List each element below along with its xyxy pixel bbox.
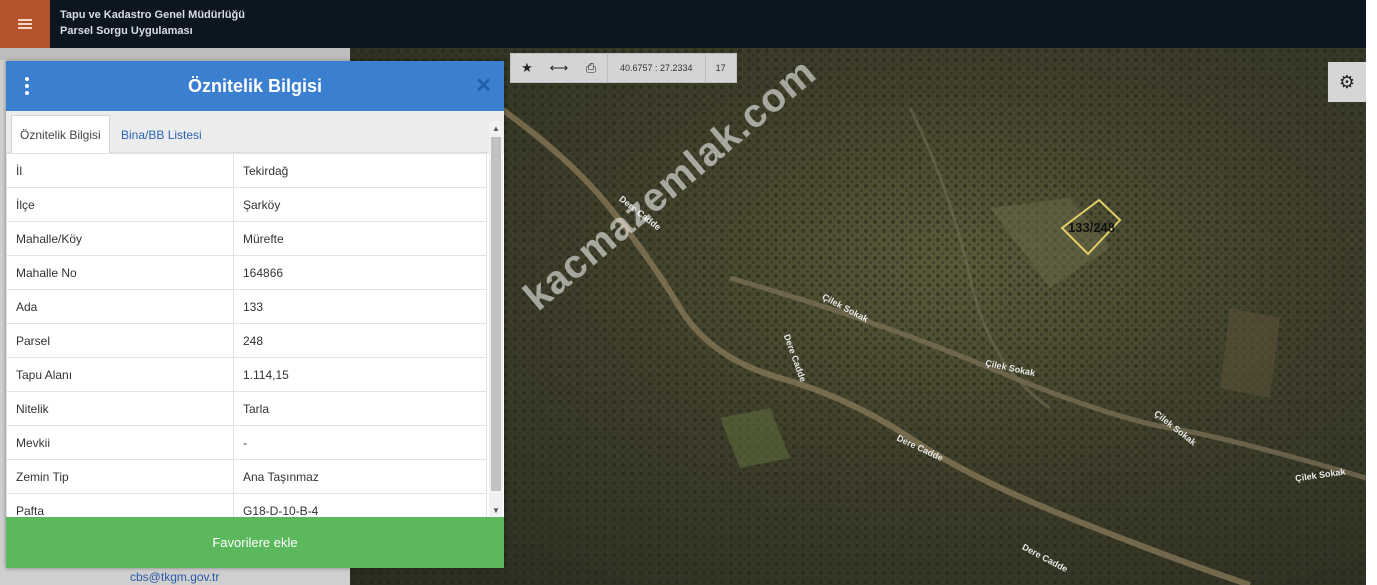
attribute-value: 1.114,15 [233,357,487,392]
table-row: Pafta G18-D-10-B-4 [6,493,487,517]
tab-building-list[interactable]: Bina/BB Listesi [113,115,210,154]
zoom-level: 17 [715,63,726,73]
close-icon[interactable]: ✕ [475,73,492,98]
menu-icon [18,19,32,29]
attribute-value: 164866 [233,255,487,290]
attribute-info-panel: Öznitelik Bilgisi ✕ Öznitelik Bilgisi Bi… [6,61,504,568]
attribute-key: Mahalle/Köy [6,221,234,256]
tab-bar: Öznitelik Bilgisi Bina/BB Listesi [6,111,504,154]
table-row: İlçe Şarköy [6,187,487,222]
attribute-key: Mahalle No [6,255,234,290]
attribute-value: G18-D-10-B-4 [233,493,487,517]
add-to-favorites-button[interactable]: Favorilere ekle [6,517,504,568]
attribute-key: Tapu Alanı [6,357,234,392]
app-title: Tapu ve Kadastro Genel Müdürlüğü Parsel … [60,7,245,39]
app-title-line2: Parsel Sorgu Uygulaması [60,25,193,37]
parcel-label: 133/248 [1068,220,1115,235]
measure-distance-icon[interactable]: ⟷ [543,54,575,82]
attribute-key: Mevkii [6,425,234,460]
table-scrollbar[interactable]: ▲ ▼ [489,121,503,517]
sidebar-top-strip [0,48,350,60]
table-row: Ada 133 [6,289,487,324]
attribute-key: İl [6,153,234,188]
attribute-value: Şarköy [233,187,487,222]
table-row: Zemin Tip Ana Taşınmaz [6,459,487,494]
attribute-key: İlçe [6,187,234,222]
table-row: Mahalle/Köy Mürefte [6,221,487,256]
table-row: Tapu Alanı 1.114,15 [6,357,487,392]
star-icon[interactable]: ★ [511,54,543,82]
attribute-key: Ada [6,289,234,324]
hamburger-menu-button[interactable] [0,0,50,48]
attribute-key: Nitelik [6,391,234,426]
settings-button[interactable]: ⚙ [1328,62,1366,102]
table-row: Mahalle No 164866 [6,255,487,290]
table-row: Nitelik Tarla [6,391,487,426]
coordinate-readout: 40.6757 : 27.2334 [607,54,706,82]
contact-email[interactable]: cbs@tkgm.gov.tr [130,570,219,584]
top-bar: Tapu ve Kadastro Genel Müdürlüğü Parsel … [0,0,1366,48]
attribute-value: - [233,425,487,460]
attribute-key: Pafta [6,493,234,517]
attribute-value: 133 [233,289,487,324]
gear-icon: ⚙ [1338,71,1356,92]
tab-attribute-info[interactable]: Öznitelik Bilgisi [11,115,110,154]
table-row: Parsel 248 [6,323,487,358]
print-icon[interactable]: ⎙ [575,54,607,82]
scroll-up-icon[interactable]: ▲ [489,121,503,135]
panel-title: Öznitelik Bilgisi [187,75,323,96]
table-row: İl Tekirdağ [6,153,487,188]
attribute-table-container: İl Tekirdağ İlçe Şarköy Mahalle/Köy Mürefte Ma… [6,153,488,517]
table-row: Mevkii - [6,425,487,460]
panel-header: Öznitelik Bilgisi ✕ [6,61,504,111]
attribute-value: Ana Taşınmaz [233,459,487,494]
attribute-value: Mürefte [233,221,487,256]
kebab-menu-icon[interactable] [24,77,30,95]
attribute-value: Tekirdağ [233,153,487,188]
app-title-line1: Tapu ve Kadastro Genel Müdürlüğü [60,9,245,21]
scrollbar-thumb[interactable] [491,137,501,491]
attribute-table: İl Tekirdağ İlçe Şarköy Mahalle/Köy Mürefte Ma… [6,153,487,517]
scroll-down-icon[interactable]: ▼ [489,503,503,517]
attribute-key: Zemin Tip [6,459,234,494]
attribute-key: Parsel [6,323,234,358]
attribute-value: Tarla [233,391,487,426]
map-toolbar: ★ ⟷ ⎙ 40.6757 : 27.2334 17 [510,53,737,83]
attribute-value: 248 [233,323,487,358]
